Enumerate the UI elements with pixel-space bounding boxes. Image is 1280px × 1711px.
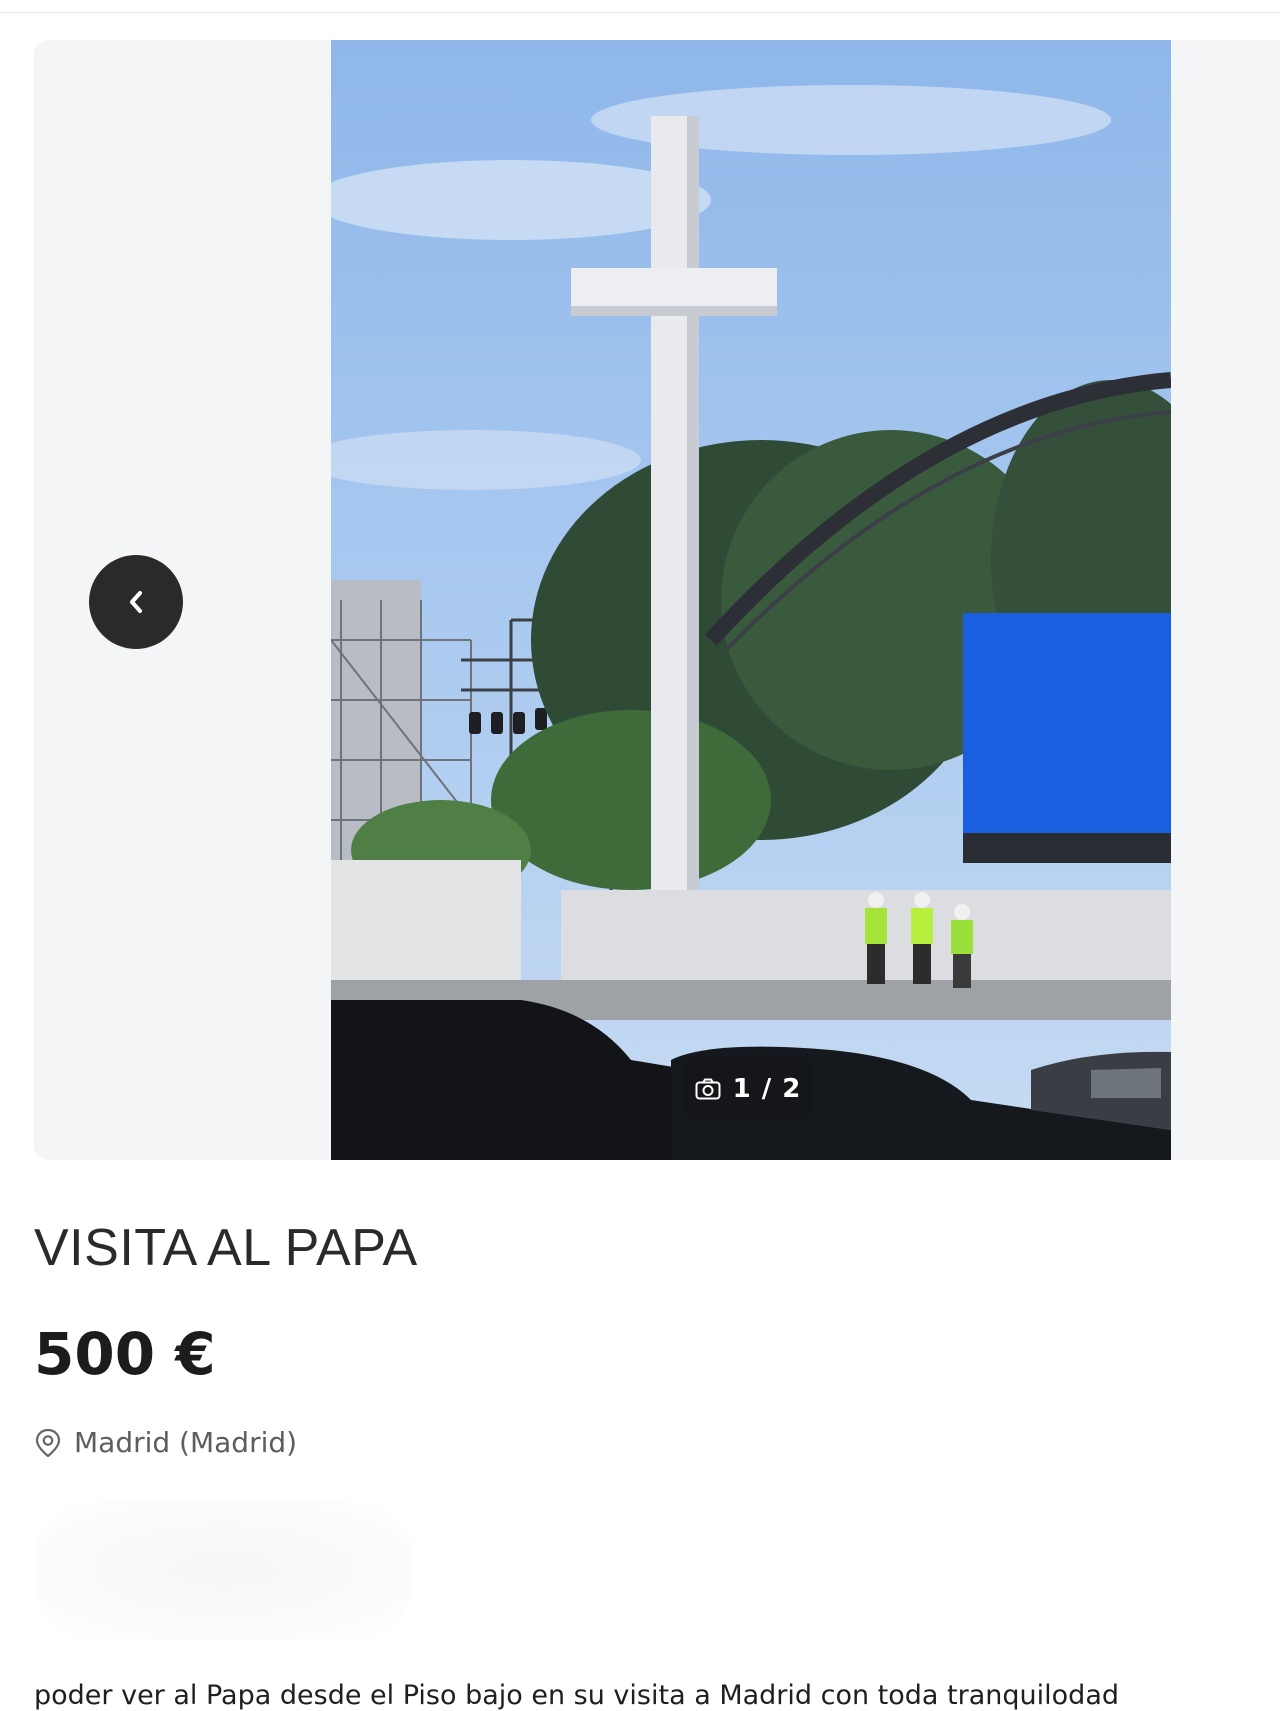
listing-description: poder ver al Papa desde el Piso bajo en … <box>34 1680 1119 1711</box>
listing-title: VISITA AL PAPA <box>34 1219 418 1277</box>
photo-gallery[interactable]: 1 / 2 <box>34 40 1280 1160</box>
photo-counter: 1 / 2 <box>683 1056 813 1122</box>
listing-photo[interactable] <box>331 40 1171 1160</box>
listing-price: 500 € <box>34 1320 216 1388</box>
listing-location: Madrid (Madrid) <box>34 1426 297 1459</box>
top-divider <box>0 0 1280 13</box>
chevron-left-icon <box>130 591 142 613</box>
previous-photo-button[interactable] <box>89 555 183 649</box>
location-pin-icon <box>35 1428 61 1457</box>
photo-counter-text: 1 / 2 <box>732 1074 802 1104</box>
location-text: Madrid (Madrid) <box>74 1426 298 1459</box>
blurred-placeholder <box>34 1500 414 1640</box>
camera-icon <box>695 1078 721 1100</box>
